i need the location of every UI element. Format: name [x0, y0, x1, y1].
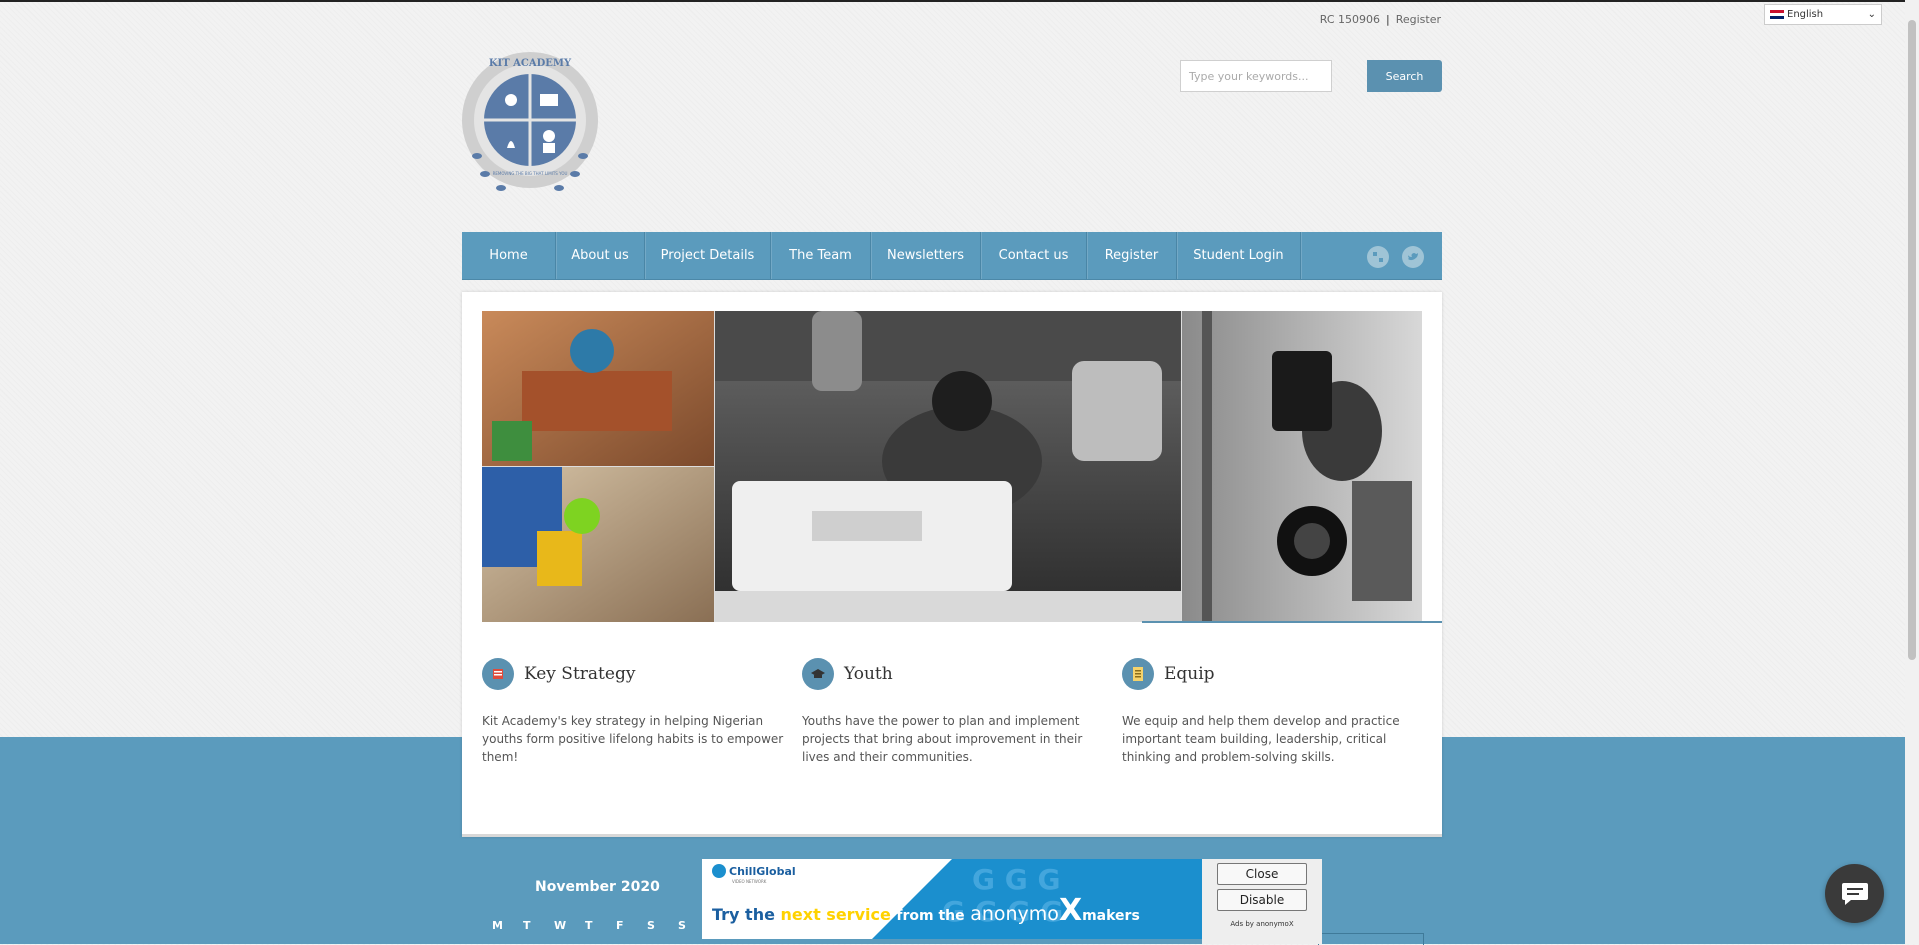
window-top-border	[0, 0, 1919, 2]
calendar-day: T	[523, 919, 531, 932]
chillglobal-logo-icon	[712, 864, 726, 878]
footer-widget-frame	[1318, 933, 1424, 945]
nav-register[interactable]: Register	[1087, 232, 1177, 279]
ad-brand-sub: VIDEO NETWORK	[732, 879, 767, 884]
top-links: RC 150906 | Register	[1320, 13, 1441, 26]
nav-contact-us[interactable]: Contact us	[981, 232, 1087, 279]
rc-number: RC 150906	[1319, 13, 1380, 26]
calendar-day: T	[585, 919, 593, 932]
search-button[interactable]: Search	[1367, 60, 1442, 92]
feature-youth: Youth Youths have the power to plan and …	[802, 658, 1112, 766]
logo-text-top: KIT ACADEMY	[489, 58, 572, 69]
hero-photo-photographer	[1182, 311, 1422, 622]
ad-tagline-6: makers	[1082, 908, 1140, 924]
scrollbar-thumb[interactable]	[1908, 20, 1916, 660]
kit-academy-logo[interactable]: KIT ACADEMY REMOVING THE BIG THAT LIMITS…	[461, 46, 599, 198]
flickr-icon[interactable]	[1367, 246, 1389, 268]
chat-bubble-icon	[1841, 882, 1868, 905]
slideshow-progress-bar	[1142, 621, 1442, 623]
chevron-down-icon: ⌄	[1867, 9, 1876, 20]
feature-equip: Equip We equip and help them develop and…	[1122, 658, 1432, 766]
search-input[interactable]: Type your keywords...	[1180, 60, 1332, 92]
ad-tagline-1: Try the	[712, 905, 775, 924]
uk-flag-icon	[1770, 10, 1784, 19]
ad-disable-button[interactable]: Disable	[1217, 889, 1307, 911]
ad-tagline-4: anonymo	[970, 903, 1059, 925]
top-links-separator: |	[1385, 13, 1390, 26]
ad-brand: ChillGlobal	[712, 864, 796, 878]
calendar-weekdays: M T W T F S S	[492, 919, 709, 932]
book-icon	[482, 658, 514, 690]
nav-home[interactable]: Home	[462, 232, 556, 279]
ad-tagline: Try the next service from the anonymoXma…	[712, 893, 1140, 928]
calendar-day: F	[616, 919, 624, 932]
feature-description: Youths have the power to plan and implem…	[802, 714, 1083, 764]
ad-controls: Close Disable Ads by anonymoX	[1202, 859, 1322, 944]
feature-title: Equip	[1164, 664, 1215, 684]
hero-photo-drill-worker	[482, 467, 714, 622]
hero-slideshow[interactable]	[482, 311, 1422, 622]
notebook-icon	[1122, 658, 1154, 690]
ad-close-button[interactable]: Close	[1217, 863, 1307, 885]
calendar-title: November 2020	[535, 879, 660, 895]
calendar-day: W	[554, 919, 567, 932]
feature-key-strategy: Key Strategy Kit Academy's key strategy …	[482, 658, 792, 766]
ad-banner[interactable]: G G G G G G G ChillGlobal VIDEO NETWORK …	[702, 859, 1202, 939]
nav-student-login[interactable]: Student Login	[1177, 232, 1301, 279]
nav-about-us[interactable]: About us	[556, 232, 645, 279]
ad-tagline-3: from the	[896, 908, 965, 924]
calendar-day: M	[492, 919, 503, 932]
ad-tagline-2: next service	[780, 905, 891, 924]
hero-photo-sewing-class	[482, 311, 714, 466]
svg-text:G G G: G G G	[972, 863, 1060, 896]
twitter-icon[interactable]	[1402, 246, 1424, 268]
main-navigation: Home About us Project Details The Team N…	[462, 232, 1442, 280]
hero-photo-sewing-machine	[715, 311, 1181, 622]
main-content-panel: Key Strategy Kit Academy's key strategy …	[462, 292, 1442, 837]
nav-the-team[interactable]: The Team	[771, 232, 871, 279]
calendar-day: S	[647, 919, 655, 932]
graduation-cap-icon	[802, 658, 834, 690]
feature-title: Youth	[844, 664, 893, 684]
ad-brand-name: ChillGlobal	[729, 864, 796, 878]
feature-title: Key Strategy	[524, 664, 636, 684]
chat-button[interactable]	[1825, 864, 1884, 923]
ad-tagline-5: X	[1058, 893, 1083, 928]
top-register-link[interactable]: Register	[1396, 13, 1441, 26]
page-scrollbar[interactable]	[1905, 0, 1919, 944]
nav-newsletters[interactable]: Newsletters	[871, 232, 981, 279]
language-selector[interactable]: English ⌄	[1764, 4, 1882, 25]
ad-attribution: Ads by anonymoX	[1230, 920, 1294, 928]
nav-project-details[interactable]: Project Details	[645, 232, 771, 279]
logo-text-bottom: REMOVING THE BIG THAT LIMITS YOU	[493, 171, 568, 176]
feature-description: We equip and help them develop and pract…	[1122, 714, 1400, 764]
feature-description: Kit Academy's key strategy in helping Ni…	[482, 714, 784, 764]
language-selected: English	[1787, 9, 1824, 20]
